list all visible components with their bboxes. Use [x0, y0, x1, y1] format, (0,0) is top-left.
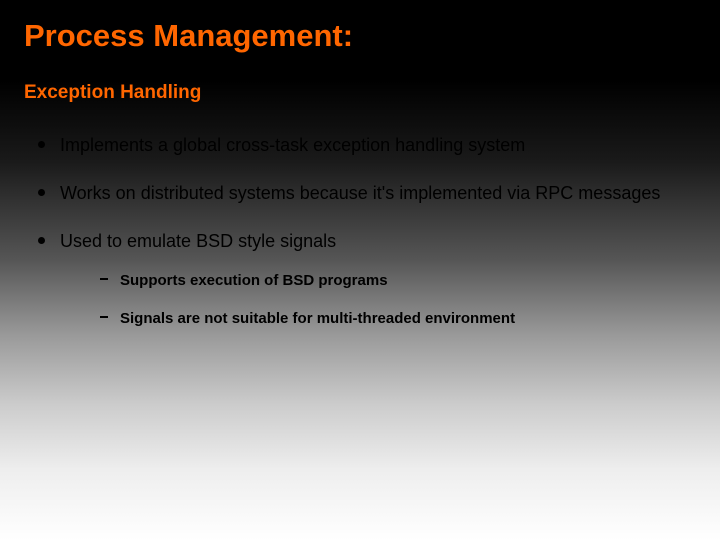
- list-item: Implements a global cross-task exception…: [38, 128, 696, 162]
- list-item: Signals are not suitable for multi-threa…: [100, 307, 696, 331]
- list-item: Supports execution of BSD programs: [100, 269, 696, 293]
- bullet-list: Implements a global cross-task exception…: [38, 128, 696, 331]
- slide: Process Management: Exception Handling I…: [0, 0, 720, 540]
- slide-subtitle: Exception Handling: [24, 82, 696, 104]
- list-item: Used to emulate BSD style signals Suppor…: [38, 224, 696, 330]
- slide-title: Process Management:: [24, 18, 696, 54]
- bullet-text: Works on distributed systems because it'…: [60, 183, 660, 203]
- sub-bullet-list: Supports execution of BSD programs Signa…: [100, 269, 696, 331]
- bullet-text: Implements a global cross-task exception…: [60, 135, 525, 155]
- bullet-text: Used to emulate BSD style signals: [60, 231, 336, 251]
- list-item: Works on distributed systems because it'…: [38, 176, 696, 210]
- sub-bullet-text: Signals are not suitable for multi-threa…: [120, 310, 515, 327]
- sub-bullet-text: Supports execution of BSD programs: [120, 272, 388, 289]
